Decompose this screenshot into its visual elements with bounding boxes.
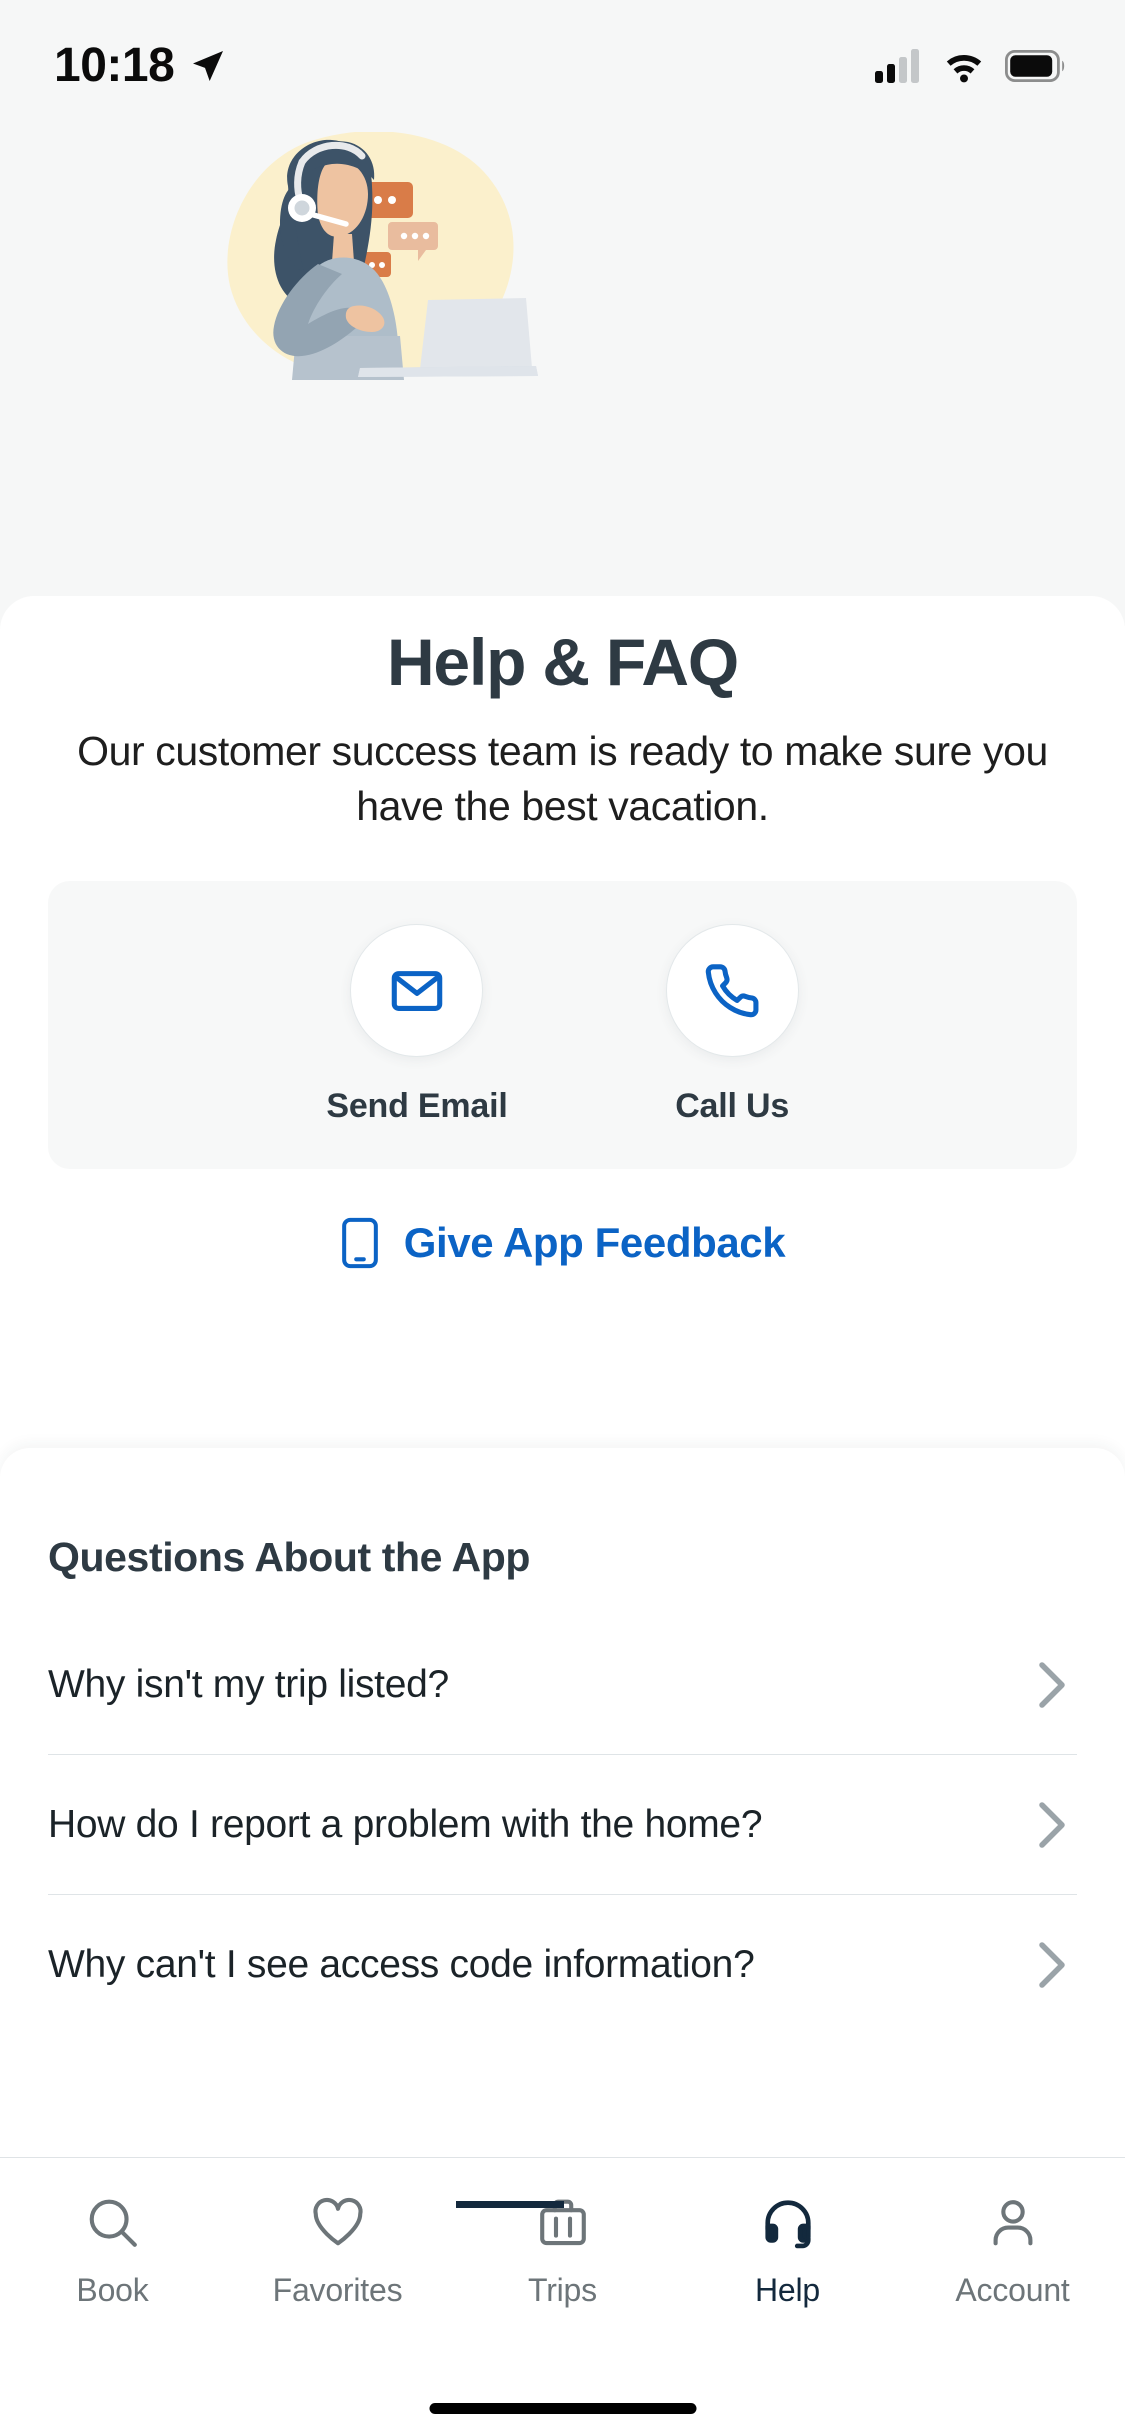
person-icon xyxy=(984,2192,1042,2254)
help-header-card: Help & FAQ Our customer success team is … xyxy=(0,596,1125,1456)
home-indicator xyxy=(429,2403,696,2414)
mobile-phone-icon xyxy=(341,1217,378,1269)
tab-account[interactable]: Account xyxy=(900,2158,1125,2436)
page-title: Help & FAQ xyxy=(386,625,739,699)
send-email-circle[interactable] xyxy=(350,924,484,1058)
tab-help[interactable]: Help xyxy=(675,2158,900,2436)
faq-section-title: Questions About the App xyxy=(48,1534,530,1580)
faq-question: How do I report a problem with the home? xyxy=(48,1802,763,1846)
call-us-button[interactable]: Call Us xyxy=(665,924,799,1126)
location-arrow-icon xyxy=(193,51,224,81)
cellular-signal-icon xyxy=(875,49,919,83)
chevron-right-icon xyxy=(1039,1661,1065,1708)
give-app-feedback-button[interactable]: Give App Feedback xyxy=(0,1217,1125,1269)
tab-book-label: Book xyxy=(76,2272,149,2308)
active-tab-indicator-bleed xyxy=(456,2201,564,2208)
wifi-icon xyxy=(946,55,982,83)
send-email-button[interactable]: Send Email xyxy=(326,924,508,1126)
faq-item[interactable]: Why isn't my trip listed? xyxy=(48,1615,1077,1755)
tab-account-label: Account xyxy=(955,2272,1070,2308)
faq-list: Why isn't my trip listed? How do I repor… xyxy=(48,1615,1077,2035)
faq-question: Why can't I see access code information? xyxy=(48,1943,755,1986)
faq-item[interactable]: How do I report a problem with the home? xyxy=(48,1755,1077,1895)
tab-favorites-label: Favorites xyxy=(272,2272,403,2308)
faq-item[interactable]: Why can't I see access code information? xyxy=(48,1895,1077,2035)
chevron-right-icon xyxy=(1039,1801,1065,1848)
battery-icon xyxy=(1005,50,1065,82)
tab-favorites[interactable]: Favorites xyxy=(225,2158,450,2436)
heart-icon xyxy=(309,2192,367,2254)
envelope-icon xyxy=(391,970,443,1011)
tab-help-label: Help xyxy=(754,2272,820,2308)
tab-book[interactable]: Book xyxy=(0,2158,225,2436)
search-icon xyxy=(84,2192,142,2254)
phone-icon xyxy=(705,963,759,1017)
page-subtitle: Our customer success team is ready to ma… xyxy=(77,728,1048,829)
headset-icon xyxy=(759,2192,817,2254)
give-app-feedback-label: Give App Feedback xyxy=(403,1219,786,1267)
chevron-right-icon xyxy=(1039,1942,1065,1988)
status-bar-time: 10:18 xyxy=(54,39,175,92)
tab-trips[interactable]: Trips xyxy=(450,2158,675,2436)
status-bar-left: 10:18 xyxy=(54,42,228,90)
tab-trips-label: Trips xyxy=(528,2272,597,2308)
bottom-tab-bar: Book Favorites Trips Help Account xyxy=(0,2157,1125,2436)
contact-options-card: Send Email Call Us xyxy=(48,881,1077,1170)
call-us-circle[interactable] xyxy=(665,924,799,1058)
send-email-label: Send Email xyxy=(326,1087,508,1126)
status-bar-right xyxy=(875,49,1067,83)
status-bar: 10:18 xyxy=(0,0,1125,132)
faq-question: Why isn't my trip listed? xyxy=(48,1662,449,1706)
call-us-label: Call Us xyxy=(675,1087,790,1126)
customer-support-agent-illustration xyxy=(196,128,586,396)
